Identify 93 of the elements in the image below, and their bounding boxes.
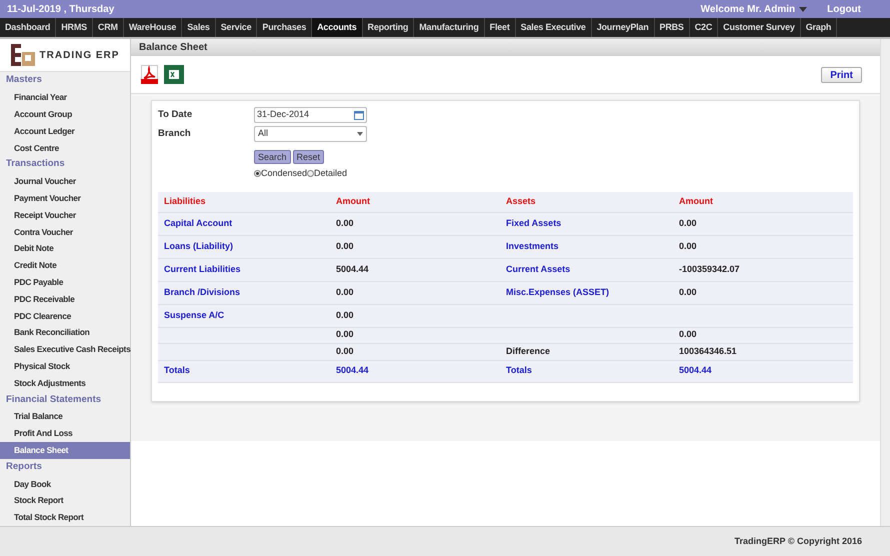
sidebar-item[interactable]: PDC Payable [0, 274, 130, 291]
amount-cell-text: 0.00 [679, 286, 697, 299]
nav-tab[interactable]: Accounts [312, 18, 363, 37]
sidebar-item[interactable]: Cost Centre [0, 140, 130, 156]
sidebar-item[interactable]: Physical Stock [0, 358, 130, 375]
logo-text: TRADING ERP [40, 48, 120, 63]
branch-select[interactable]: All [254, 126, 367, 142]
sidebar-item[interactable]: Journal Voucher [0, 173, 130, 190]
total-label: Totals [164, 364, 190, 378]
account-link[interactable]: Suspense A/C [164, 308, 224, 322]
sidebar-item[interactable]: PDC Receivable [0, 290, 130, 308]
pdf-icon[interactable] [141, 65, 158, 84]
sidebar-item[interactable]: Sales Executive Cash Receipts [0, 341, 130, 358]
column-header: Amount [679, 194, 713, 208]
reset-button[interactable]: Reset [292, 150, 324, 164]
sidebar-item[interactable]: Trial Balance [0, 408, 130, 426]
sidebar-heading: Financial Statements [5, 392, 102, 407]
amount-cell-text: 0.00 [336, 286, 354, 299]
amount-cell-text: 0.00 [336, 240, 354, 253]
date-text: 11-Jul-2019 , Thursday [7, 2, 114, 16]
nav-tab[interactable]: Sales [182, 18, 216, 37]
amount-cell-text: 0.00 [679, 328, 697, 342]
account-link[interactable]: Branch /Divisions [164, 286, 240, 300]
account-link[interactable]: Fixed Assets [506, 216, 562, 230]
total-label: Totals [506, 364, 532, 378]
copyright-text: TradingERP © Copyright 2016 [734, 534, 862, 548]
field-label: Branch [158, 126, 192, 141]
account-link[interactable]: Loans (Liability) [164, 240, 234, 254]
view-radio[interactable]: Detailed [307, 167, 348, 180]
sidebar-heading: Reports [5, 460, 43, 474]
logo-icon [10, 44, 35, 66]
sidebar-item[interactable]: Stock Adjustments [0, 374, 130, 392]
amount-cell-text: 0.00 [336, 328, 354, 342]
view-radio[interactable]: Condensed [254, 167, 308, 180]
sidebar-item[interactable]: Total Stock Report [0, 509, 130, 526]
sidebar-item[interactable]: Balance Sheet [0, 442, 130, 459]
sidebar-item[interactable]: Contra Voucher [0, 224, 130, 240]
sidebar-item[interactable]: Debit Note [0, 240, 130, 258]
column-header: Liabilities [164, 194, 206, 208]
nav-tab[interactable]: HRMS [56, 18, 93, 37]
print-button[interactable]: Print [821, 66, 862, 82]
account-link[interactable]: Investments [506, 240, 559, 254]
sidebar-item[interactable]: Receipt Voucher [0, 206, 130, 224]
amount-cell-text: 5004.44 [336, 364, 369, 378]
amount-cell-text: 5004.44 [336, 262, 369, 276]
account-link[interactable]: Capital Account [164, 216, 232, 230]
account-link[interactable]: Current Liabilities [164, 262, 241, 276]
nav-tab[interactable]: Sales Executive [516, 18, 592, 37]
sidebar-item[interactable]: Profit And Loss [0, 425, 130, 442]
page-title: Balance Sheet [139, 40, 208, 54]
account-link[interactable]: Current Assets [506, 262, 570, 276]
sidebar-heading: Transactions [5, 157, 66, 172]
nav-tab[interactable]: JourneyPlan [592, 18, 655, 37]
caret-icon [799, 6, 808, 12]
row-label: Difference [506, 344, 550, 358]
column-header: Amount [336, 194, 370, 208]
caret-icon [357, 132, 363, 136]
nav-tab[interactable]: Dashboard [0, 18, 56, 37]
sidebar-item[interactable]: Stock Report [0, 492, 130, 510]
amount-cell-text: 0.00 [336, 344, 354, 358]
sidebar-heading: Masters [5, 73, 43, 88]
sidebar-item[interactable]: Bank Reconciliation [0, 324, 130, 342]
search-button[interactable]: Search [254, 150, 291, 164]
nav-tab[interactable]: CRM [92, 18, 124, 37]
sidebar-item[interactable]: Financial Year [0, 89, 130, 106]
nav-tab[interactable]: Customer Survey [718, 18, 801, 37]
sidebar-item[interactable]: Account Ledger [0, 122, 130, 140]
amount-cell-text: 0.00 [679, 216, 697, 230]
nav-tab[interactable]: PRBS [654, 18, 690, 37]
sidebar-item[interactable]: Payment Voucher [0, 190, 130, 207]
amount-cell-text: 100364346.51 [679, 344, 737, 358]
sidebar-item[interactable]: Credit Note [0, 257, 130, 274]
amount-cell-text: 0.00 [336, 308, 354, 322]
amount-cell-text: -100359342.07 [679, 262, 740, 276]
sidebar-item[interactable]: PDC Clearence [0, 308, 130, 324]
nav-tab[interactable]: Fleet [484, 18, 516, 37]
excel-icon[interactable] [164, 65, 184, 84]
calendar-icon[interactable] [354, 110, 364, 120]
nav-tab[interactable]: WareHouse [124, 18, 182, 37]
amount-cell-text: 0.00 [336, 216, 354, 230]
account-link[interactable]: Misc.Expenses (ASSET) [506, 286, 610, 300]
column-header: Assets [506, 194, 536, 208]
nav-tab[interactable]: Service [216, 18, 258, 37]
date-field[interactable]: 31-Dec-2014 [254, 107, 367, 123]
amount-cell-text: 5004.44 [679, 364, 712, 378]
sidebar-item[interactable]: Day Book [0, 476, 130, 492]
nav-tab[interactable]: Reporting [362, 18, 414, 37]
nav-tab[interactable]: Graph [800, 18, 838, 37]
amount-cell-text: 0.00 [679, 240, 697, 253]
sidebar-item[interactable]: Account Group [0, 106, 130, 123]
nav-tab[interactable]: C2C [690, 18, 718, 37]
field-label: To Date [158, 108, 194, 122]
nav-tab[interactable]: Manufacturing [414, 18, 485, 37]
